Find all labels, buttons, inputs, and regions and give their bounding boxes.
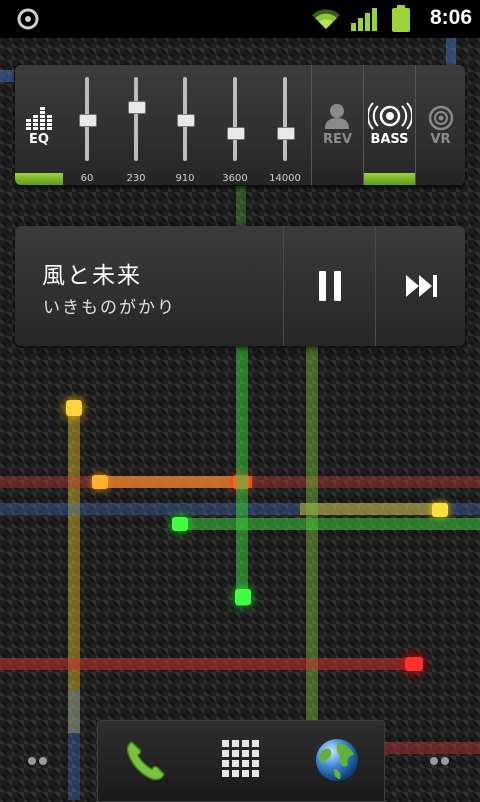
slider-track bbox=[233, 77, 237, 161]
pause-button[interactable] bbox=[283, 226, 376, 346]
rev-active-indicator bbox=[312, 173, 363, 185]
clock: 8:06 bbox=[430, 6, 473, 29]
slider-thumb[interactable] bbox=[128, 100, 146, 114]
next-track-button[interactable] bbox=[375, 226, 466, 346]
left-page-indicator[interactable] bbox=[28, 750, 52, 765]
rev-label: REV bbox=[323, 132, 352, 147]
wifi-icon bbox=[312, 9, 340, 29]
vr-toggle-button[interactable]: VR bbox=[416, 65, 465, 185]
surround-icon bbox=[428, 105, 454, 131]
slider-thumb[interactable] bbox=[277, 127, 295, 141]
bass-active-indicator bbox=[364, 173, 415, 185]
app-grid-icon[interactable] bbox=[222, 740, 260, 778]
pause-icon bbox=[319, 271, 341, 301]
eq-toggle-button[interactable]: EQ bbox=[15, 65, 63, 185]
eq-slider-910[interactable]: 910 bbox=[165, 75, 205, 185]
artist-name: いきものがかり bbox=[43, 298, 176, 318]
skip-next-icon bbox=[406, 275, 437, 297]
eq-slider-14000[interactable]: 14000 bbox=[265, 75, 305, 185]
eq-label: EQ bbox=[29, 132, 49, 147]
slider-frequency-label: 14000 bbox=[269, 173, 301, 184]
signal-icon bbox=[351, 8, 377, 31]
phone-icon[interactable] bbox=[122, 736, 170, 784]
eq-active-indicator bbox=[15, 173, 63, 185]
equalizer-icon bbox=[26, 107, 52, 130]
bass-label: BASS bbox=[370, 132, 409, 147]
slider-track bbox=[283, 77, 287, 161]
battery-icon bbox=[392, 5, 410, 32]
person-icon bbox=[325, 104, 349, 129]
reverb-toggle-button[interactable]: REV bbox=[312, 65, 363, 185]
eq-slider-60[interactable]: 60 bbox=[67, 75, 107, 185]
equalizer-widget: EQ 60 230 910 3600 14000 REV BASS VR bbox=[15, 65, 465, 185]
bass-toggle-button[interactable]: BASS bbox=[364, 65, 415, 185]
dock bbox=[97, 720, 385, 802]
slider-thumb[interactable] bbox=[177, 114, 195, 127]
song-title: 風と未来 bbox=[42, 263, 142, 289]
right-page-indicator[interactable] bbox=[430, 750, 454, 765]
eq-slider-3600[interactable]: 3600 bbox=[215, 75, 255, 185]
disc-icon bbox=[17, 8, 39, 30]
slider-thumb[interactable] bbox=[79, 114, 97, 127]
slider-thumb[interactable] bbox=[227, 127, 245, 141]
status-bar[interactable]: 8:06 bbox=[0, 0, 480, 38]
slider-track bbox=[134, 77, 138, 161]
vr-label: VR bbox=[430, 132, 451, 147]
music-player-widget[interactable]: 風と未来 いきものがかり bbox=[15, 226, 465, 346]
eq-slider-230[interactable]: 230 bbox=[116, 75, 156, 185]
globe-icon[interactable] bbox=[314, 737, 360, 783]
vr-active-indicator bbox=[416, 173, 465, 185]
speaker-icon bbox=[368, 102, 412, 130]
